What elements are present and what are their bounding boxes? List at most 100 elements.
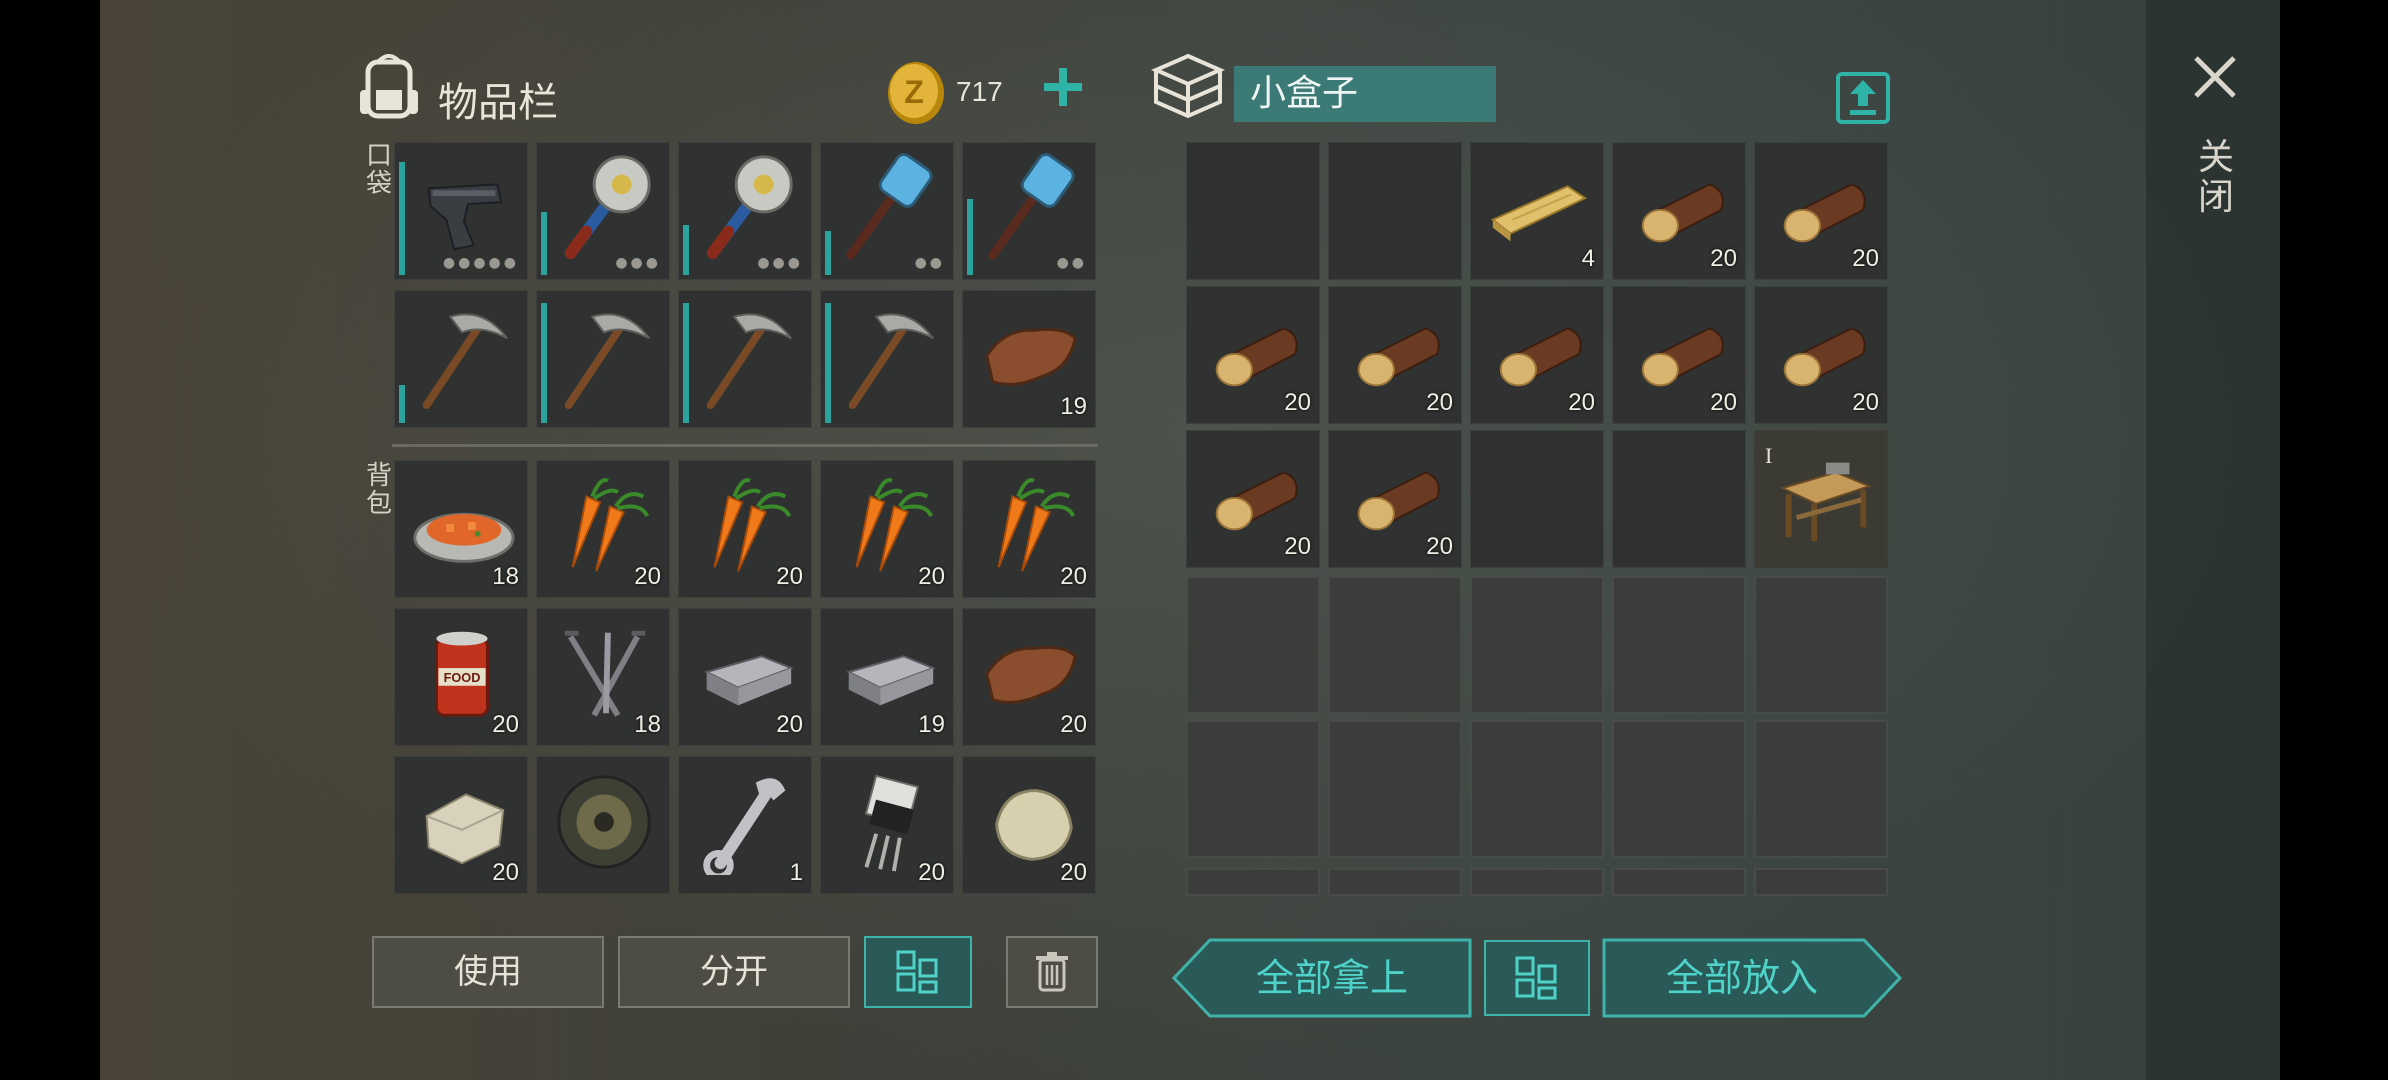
container-empty-slot[interactable]: [1470, 576, 1604, 714]
item-quantity: 20: [1852, 389, 1879, 416]
container-empty-slot[interactable]: [1328, 576, 1462, 714]
container-empty-slot[interactable]: [1754, 868, 1888, 896]
durability-bar: [967, 199, 973, 275]
container-empty-slot[interactable]: [1186, 868, 1320, 896]
backpack-slot[interactable]: [536, 756, 670, 894]
pocket-slot[interactable]: ●●: [820, 142, 954, 280]
container-slot[interactable]: 20: [1470, 286, 1604, 424]
item-quantity: 20: [1060, 563, 1087, 590]
box-icon: [1151, 53, 1225, 119]
backpack-slot[interactable]: 20: [962, 460, 1096, 598]
pocket-slot[interactable]: [536, 290, 670, 428]
backpack-slot[interactable]: 20: [820, 756, 954, 894]
container-slot[interactable]: 20: [1328, 430, 1462, 568]
container-slot[interactable]: 20: [1754, 142, 1888, 280]
section-divider: [392, 444, 1098, 447]
pickaxe-icon: [848, 313, 934, 409]
backpack-slot[interactable]: 20: [962, 756, 1096, 894]
item-quantity: 20: [1426, 533, 1453, 560]
letterbox-right: [2280, 0, 2388, 1080]
pocket-slot[interactable]: [820, 290, 954, 428]
container-empty-slot[interactable]: [1470, 720, 1604, 858]
pickaxe-icon: [564, 313, 650, 409]
pocket-slot[interactable]: ●●●●●: [394, 142, 528, 280]
backpack-slot[interactable]: 20: [962, 608, 1096, 746]
backpack-slot[interactable]: 1: [678, 756, 812, 894]
container-empty-slot[interactable]: [1328, 868, 1462, 896]
close-icon[interactable]: [2190, 52, 2240, 102]
container-slot[interactable]: 20: [1754, 286, 1888, 424]
pocket-slot[interactable]: [678, 290, 812, 428]
take-all-button[interactable]: 全部拿上: [1172, 938, 1472, 1018]
container-slot[interactable]: [1470, 430, 1604, 568]
container-slot[interactable]: 20: [1328, 286, 1462, 424]
backpack-slot[interactable]: 19: [820, 608, 954, 746]
container-slot[interactable]: [1328, 142, 1462, 280]
item-quantity: 18: [492, 563, 519, 590]
ammo-dots: ●●: [1056, 255, 1087, 271]
container-slot[interactable]: 20: [1186, 286, 1320, 424]
wrench-icon: [703, 778, 786, 875]
backpack-label: 背包: [365, 461, 392, 519]
inventory-title: 物品栏: [438, 80, 558, 126]
container-slot[interactable]: 20: [1186, 430, 1320, 568]
durability-bar: [683, 225, 689, 275]
container-slot[interactable]: 20: [1612, 286, 1746, 424]
item-quantity: 20: [1284, 389, 1311, 416]
container-empty-slot[interactable]: [1754, 720, 1888, 858]
container-empty-slot[interactable]: [1612, 720, 1746, 858]
coin-amount: 717: [956, 76, 1003, 107]
backpack-slot[interactable]: 18: [536, 608, 670, 746]
item-quantity: 1: [789, 859, 803, 886]
sort-container-button[interactable]: [1484, 940, 1590, 1016]
backpack-slot[interactable]: 20: [394, 756, 528, 894]
container-empty-slot[interactable]: [1754, 576, 1888, 714]
pocket-slot[interactable]: ●●●: [536, 142, 670, 280]
durability-bar: [825, 231, 831, 275]
pocket-slot[interactable]: [394, 290, 528, 428]
wheel-icon: [557, 775, 651, 869]
put-all-label: 全部放入: [1665, 956, 1818, 1000]
container-slot[interactable]: 20: [1612, 142, 1746, 280]
close-label[interactable]: 关闭: [2194, 138, 2238, 218]
durability-bar: [399, 385, 405, 423]
backpack-slot[interactable]: 20: [678, 460, 812, 598]
use-button[interactable]: 使用: [372, 936, 604, 1008]
grid-sort-icon: [1515, 956, 1557, 1000]
item-quantity: 20: [1426, 389, 1453, 416]
backpack-slot[interactable]: 20: [536, 460, 670, 598]
backpack-slot[interactable]: 18: [394, 460, 528, 598]
pocket-slot[interactable]: ●●●: [678, 142, 812, 280]
durability-bar: [399, 162, 405, 275]
backpack-slot[interactable]: 20: [678, 608, 812, 746]
trash-button[interactable]: [1006, 936, 1098, 1008]
container-slot[interactable]: [1612, 430, 1746, 568]
item-quantity: 20: [492, 859, 519, 886]
container-empty-slot[interactable]: [1186, 720, 1320, 858]
container-empty-slot[interactable]: [1612, 576, 1746, 714]
container-empty-slot[interactable]: [1470, 868, 1604, 896]
durability-bar: [825, 303, 831, 423]
backpack-slot[interactable]: FOOD 20: [394, 608, 528, 746]
put-all-button[interactable]: 全部放入: [1602, 938, 1902, 1018]
upload-icon[interactable]: [1836, 66, 1890, 124]
svg-text:FOOD: FOOD: [444, 670, 481, 685]
container-empty-slot[interactable]: [1328, 720, 1462, 858]
container-slot[interactable]: 4: [1470, 142, 1604, 280]
pocket-slot[interactable]: ●●: [962, 142, 1096, 280]
split-button[interactable]: 分开: [618, 936, 850, 1008]
container-slot[interactable]: [1186, 142, 1320, 280]
ammo-dots: ●●●●●: [442, 255, 519, 271]
pocket-label: 口袋: [365, 141, 392, 199]
coin-icon: Z: [888, 62, 944, 124]
item-quantity: 20: [1568, 389, 1595, 416]
backpack-slot[interactable]: 20: [820, 460, 954, 598]
saw-mace-icon: [564, 155, 651, 260]
container-empty-slot[interactable]: [1186, 576, 1320, 714]
container-name-field[interactable]: 小盒子: [1234, 66, 1496, 122]
container-slot[interactable]: I: [1754, 430, 1888, 568]
sort-inventory-button[interactable]: [864, 936, 972, 1008]
add-currency-button[interactable]: [1038, 62, 1088, 112]
container-empty-slot[interactable]: [1612, 868, 1746, 896]
pocket-slot[interactable]: 19: [962, 290, 1096, 428]
